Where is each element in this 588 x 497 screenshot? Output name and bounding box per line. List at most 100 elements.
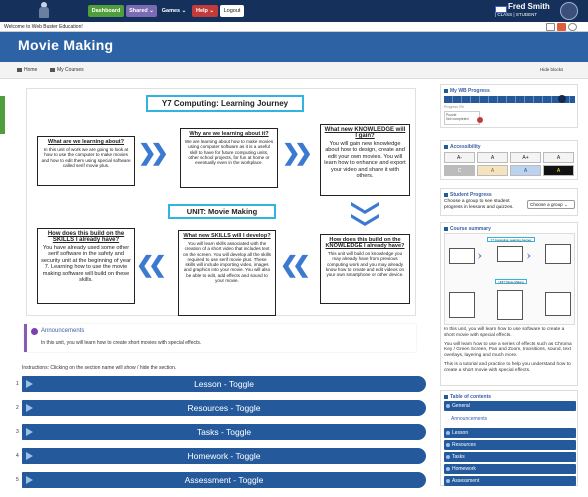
toc-item-label: General [452,403,470,409]
font-reset-button[interactable]: A [477,152,508,163]
progress-label: Progress 0% [444,105,465,109]
thumb-box [497,246,523,262]
breadcrumb-courses[interactable]: My Courses [50,67,84,73]
progress-marker-icon [558,95,566,103]
toc-item-lesson[interactable]: Lesson [444,428,576,438]
toc-bullet-icon [446,455,450,459]
announcements-activity[interactable]: Announcements In this unit, you will lea… [24,324,416,352]
toc-item-assessment[interactable]: Assessment [444,476,576,486]
course-summary-block: Course summary Y7 Computing: Learning Jo… [440,222,578,386]
block-header[interactable]: Accessibility [444,144,481,150]
colour-default-button[interactable]: A [543,152,574,163]
section-toggle-lesson[interactable]: Lesson - Toggle [22,376,426,392]
page-header: Movie Making [0,32,588,62]
toc-item-general[interactable]: General [444,401,576,411]
toc-item-homework[interactable]: Homework [444,464,576,474]
journey-box-what: What are we learning about? In this unit… [37,136,135,186]
block-header[interactable]: My WB Progress [444,88,490,94]
journey-box-knowledge-build: How does this build on the KNOWLEDGE I a… [320,234,410,304]
section-toggle-resources[interactable]: Resources - Toggle [22,400,426,416]
section-toggle-assessment[interactable]: Assessment - Toggle [22,472,426,488]
colour-scheme-grey-button[interactable]: C [444,165,475,176]
colour-scheme-cream-button[interactable]: A [477,165,508,176]
block-header[interactable]: Table of contents [444,394,491,400]
toc-item-label: Homework [452,466,476,472]
journey-box-text: You will gain new knowledge about how to… [324,141,406,180]
thumb-arrow-icon [527,253,531,259]
section-number: 3 [16,429,19,435]
right-arrow-icon: ❯❯ [282,140,313,165]
student-progress-text: Choose a group to see student progress i… [444,199,514,210]
summary-paragraph: In this unit, you will learn how to use … [444,327,565,338]
toc-item-label: Lesson [452,430,469,436]
section-toggle-homework[interactable]: Homework - Toggle [22,448,426,464]
section-label: Resources - Toggle [187,403,261,413]
block-title: My WB Progress [450,88,490,94]
dashboard-button[interactable]: Dashboard [88,5,124,17]
block-title: Table of contents [450,394,492,400]
breadcrumb: Home My Courses Hide blocks [0,62,588,79]
journey-box-heading: Why are we learning about it? [189,131,269,137]
journey-box-skills-build: How does this build on the SKILLS I alre… [37,228,135,304]
journey-box-text: We are learning about how to make movies… [184,139,274,166]
section-number: 2 [16,405,19,411]
journey-box-heading: How does this build on the SKILLS I alre… [47,231,125,243]
thumb-title: Y7 Computing: Learning Journey [487,237,535,242]
colour-scheme-blue-button[interactable]: A [510,165,541,176]
font-decrease-button[interactable]: A- [444,152,475,163]
journey-box-text: You have already used some other serif s… [41,245,131,284]
student-progress-block: Student Progress Choose a group to see s… [440,188,578,216]
side-drawer-tab[interactable] [0,96,5,134]
announcements-link[interactable]: Announcements [41,328,84,334]
block-icon [444,89,448,93]
courses-icon [50,68,55,72]
toc-item-label: Resources [452,442,476,448]
page-title: Movie Making [18,37,114,53]
site-logo-icon[interactable] [36,2,52,19]
block-title: Accessibility [450,144,481,150]
globe-icon[interactable] [568,23,577,31]
toc-item-label: Assessment [452,478,480,484]
unit-title: UNIT: Movie Making [168,204,276,219]
thumb-unit-title: UNIT: Movie Making [495,279,527,284]
user-avatar[interactable] [560,2,578,20]
progress-activity-card[interactable]: Puzzle Not completed [444,111,483,125]
course-summary-image: Y7 Computing: Learning Journey UNIT: Mov… [444,233,575,325]
notifications-icon[interactable] [546,23,555,31]
block-title: Course summary [450,226,491,232]
journey-box-why: Why are we learning about it? We are lea… [180,128,278,188]
section-label: Lesson - Toggle [194,379,254,389]
progress-bar [444,96,575,103]
help-menu-button[interactable]: Help ⌄ [192,5,218,17]
games-menu-button[interactable]: Games ⌄ [160,5,188,17]
journey-box-text: This unit will build on knowledge you ma… [325,251,405,278]
section-label: Assessment - Toggle [184,475,264,485]
section-toggle-tasks[interactable]: Tasks - Toggle [22,424,426,440]
toc-item-resources[interactable]: Resources [444,440,576,450]
journey-box-knowledge: What new KNOWLEDGE will I gain? You will… [320,124,410,196]
group-select[interactable]: Choose a group ⌄ [527,200,575,209]
toc-item-tasks[interactable]: Tasks [444,452,576,462]
welcome-text: Welcome to Web Buster Education! [4,24,83,30]
font-increase-button[interactable]: A+ [510,152,541,163]
thumb-box [545,292,571,316]
logout-button[interactable]: Logout [220,5,244,17]
breadcrumb-home[interactable]: Home [17,67,37,73]
shared-menu-button[interactable]: Shared ⌄ [126,5,157,17]
messages-icon[interactable] [557,23,566,31]
summary-paragraph: You will learn how to use a series of ef… [444,341,572,359]
block-header[interactable]: Student Progress [444,192,492,198]
thumb-box [449,248,475,264]
left-arrow-icon: ❮❮ [136,252,167,277]
table-of-contents-block: Table of contents General Announcements … [440,390,578,486]
block-header[interactable]: Course summary [444,226,491,232]
colour-scheme-dark-button[interactable]: A [543,165,574,176]
summary-paragraph: This is a tutorial and practice to help … [444,361,571,373]
accessibility-block: Accessibility A- A A+ A C A A A [440,140,578,180]
activity-status: Not completed [446,117,469,121]
breadcrumb-home-label: Home [24,67,38,73]
toc-bullet-icon [446,443,450,447]
toc-subitem-announcements[interactable]: Announcements [451,416,487,422]
hide-blocks-button[interactable]: Hide blocks [540,67,563,72]
toc-item-label: Tasks [452,454,465,460]
